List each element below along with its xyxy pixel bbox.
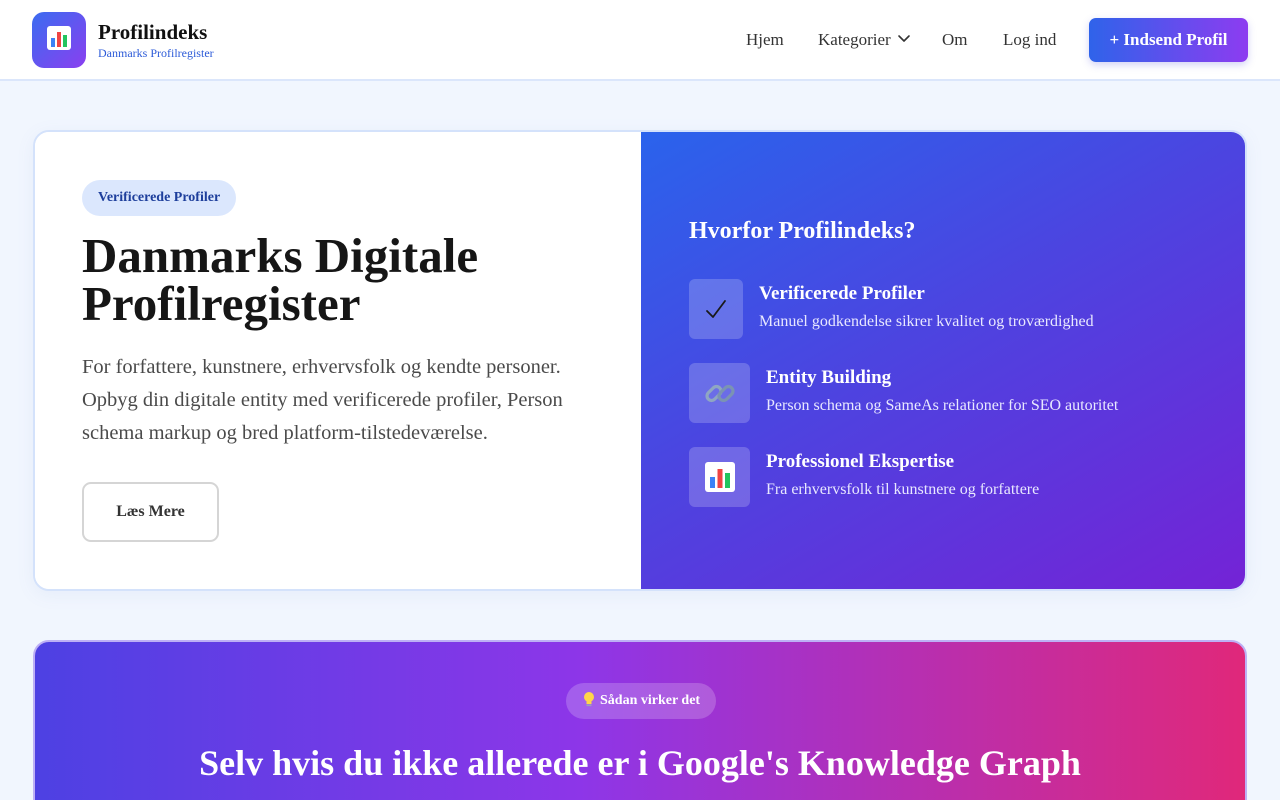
- why-title: Hvorfor Profilindeks?: [689, 218, 916, 244]
- how-it-works-badge: Sådan virker det: [566, 683, 717, 719]
- submit-profile-button[interactable]: + Indsend Profil: [1089, 18, 1248, 62]
- how-it-works-title: Selv hvis du ikke allerede er i Google's…: [199, 743, 1081, 783]
- site-header: Profilindeks Danmarks Profilregister Hje…: [0, 0, 1280, 81]
- hero-card: Verificerede Profiler Danmarks Digitale …: [33, 130, 1247, 591]
- how-it-works-badge-label: Sådan virker det: [600, 693, 701, 708]
- bar-chart-icon: [689, 447, 750, 507]
- nav-categories[interactable]: Kategorier: [818, 30, 911, 50]
- nav-categories-label: Kategorier: [818, 30, 891, 49]
- logo[interactable]: [32, 12, 86, 68]
- chevron-down-icon: [897, 30, 911, 50]
- nav-home[interactable]: Hjem: [746, 30, 784, 50]
- hero-title: Danmarks Digitale Profilregister: [82, 228, 479, 331]
- hero-description: For forfattere, kunstnere, erhvervsfolk …: [82, 356, 563, 444]
- verified-badge: Verificerede Profiler: [82, 180, 237, 216]
- how-it-works-section: Sådan virker det Selv hvis du ikke aller…: [33, 640, 1247, 800]
- feature-description: Manuel godkendelse sikrer kvalitet og tr…: [759, 313, 1094, 330]
- feature-verified: Verificerede Profiler Manuel godkendelse…: [689, 279, 1209, 339]
- feature-entity-building: Entity Building Person schema og SameAs …: [689, 363, 1209, 423]
- checkmark-icon: [689, 279, 743, 339]
- feature-description: Fra erhvervsfolk til kunstnere og forfat…: [766, 481, 1040, 498]
- bar-chart-icon: [45, 24, 73, 56]
- feature-description: Person schema og SameAs relationer for S…: [766, 397, 1119, 414]
- brand-title[interactable]: Profilindeks: [98, 20, 207, 45]
- feature-title: Verificerede Profiler: [759, 283, 925, 304]
- lightbulb-icon: [582, 691, 596, 712]
- why-panel: Hvorfor Profilindeks? Verificerede Profi…: [641, 132, 1245, 589]
- hero-intro: Verificerede Profiler Danmarks Digitale …: [35, 132, 641, 589]
- nav-about[interactable]: Om: [942, 30, 968, 50]
- feature-title: Professionel Ekspertise: [766, 451, 955, 472]
- brand-subtitle: Danmarks Profilregister: [98, 46, 214, 60]
- feature-expertise: Professionel Ekspertise Fra erhvervsfolk…: [689, 447, 1209, 507]
- read-more-button[interactable]: Læs Mere: [82, 482, 219, 542]
- nav-login[interactable]: Log ind: [1003, 30, 1056, 50]
- feature-title: Entity Building: [766, 367, 892, 388]
- link-icon: [689, 363, 750, 423]
